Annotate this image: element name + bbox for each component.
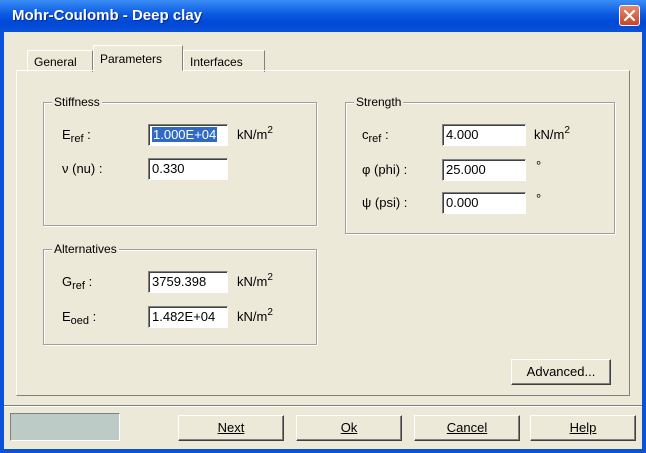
window-border-right xyxy=(642,32,646,453)
tab-label: Interfaces xyxy=(190,55,243,69)
tab-parameters[interactable]: Parameters xyxy=(93,45,183,71)
window-title: Mohr-Coulomb - Deep clay xyxy=(12,7,203,24)
cref-label: cref : xyxy=(362,127,389,145)
phi-input[interactable]: 25.000 xyxy=(442,159,526,181)
gref-unit: kN/m2 xyxy=(237,272,273,289)
strength-group: Strength cref : 4.000 kN/m2 φ (phi) : 25… xyxy=(345,95,615,234)
alternatives-group: Alternatives Gref : 3759.398 kN/m2 Eoed … xyxy=(43,242,317,345)
eref-input[interactable]: 1.000E+04 xyxy=(148,124,228,146)
title-bar: Mohr-Coulomb - Deep clay xyxy=(0,0,646,32)
advanced-button[interactable]: Advanced... xyxy=(511,359,611,385)
nu-input[interactable]: 0.330 xyxy=(148,158,228,180)
eoed-label: Eoed : xyxy=(62,309,97,327)
tab-panel: Stiffness Eref : 1.000E+04 kN/m2 ν (nu) … xyxy=(16,70,630,396)
phi-label: φ (phi) : xyxy=(362,162,408,177)
tab-label: General xyxy=(34,55,77,69)
ok-button[interactable]: Ok xyxy=(296,415,402,441)
window-border-bottom xyxy=(0,449,646,453)
cref-input[interactable]: 4.000 xyxy=(442,124,526,146)
group-title: Strength xyxy=(354,95,404,109)
tab-label: Parameters xyxy=(100,52,163,66)
cancel-button[interactable]: Cancel xyxy=(414,415,520,441)
gref-label: Gref : xyxy=(62,274,93,292)
tab-interfaces[interactable]: Interfaces xyxy=(183,50,265,72)
eoed-unit: kN/m2 xyxy=(237,307,273,324)
next-button[interactable]: Next xyxy=(178,415,284,441)
close-icon xyxy=(623,9,636,22)
group-title: Stiffness xyxy=(52,95,102,109)
psi-input[interactable]: 0.000 xyxy=(442,192,526,214)
group-title: Alternatives xyxy=(52,242,119,256)
eref-unit: kN/m2 xyxy=(237,125,273,142)
cref-unit: kN/m2 xyxy=(534,125,570,142)
tab-general[interactable]: General xyxy=(27,50,93,72)
psi-unit: ° xyxy=(536,191,542,206)
close-button[interactable] xyxy=(619,5,640,26)
nu-label: ν (nu) : xyxy=(62,161,103,176)
footer-divider xyxy=(4,405,642,407)
psi-label: ψ (psi) : xyxy=(362,195,408,210)
window-border-left xyxy=(0,32,4,453)
help-button[interactable]: Help xyxy=(530,415,636,441)
status-indicator xyxy=(10,413,120,441)
stiffness-group: Stiffness Eref : 1.000E+04 kN/m2 ν (nu) … xyxy=(43,95,317,226)
eoed-input[interactable]: 1.482E+04 xyxy=(148,306,228,328)
eref-label: Eref : xyxy=(62,127,91,145)
gref-input[interactable]: 3759.398 xyxy=(148,271,228,293)
phi-unit: ° xyxy=(536,158,542,173)
